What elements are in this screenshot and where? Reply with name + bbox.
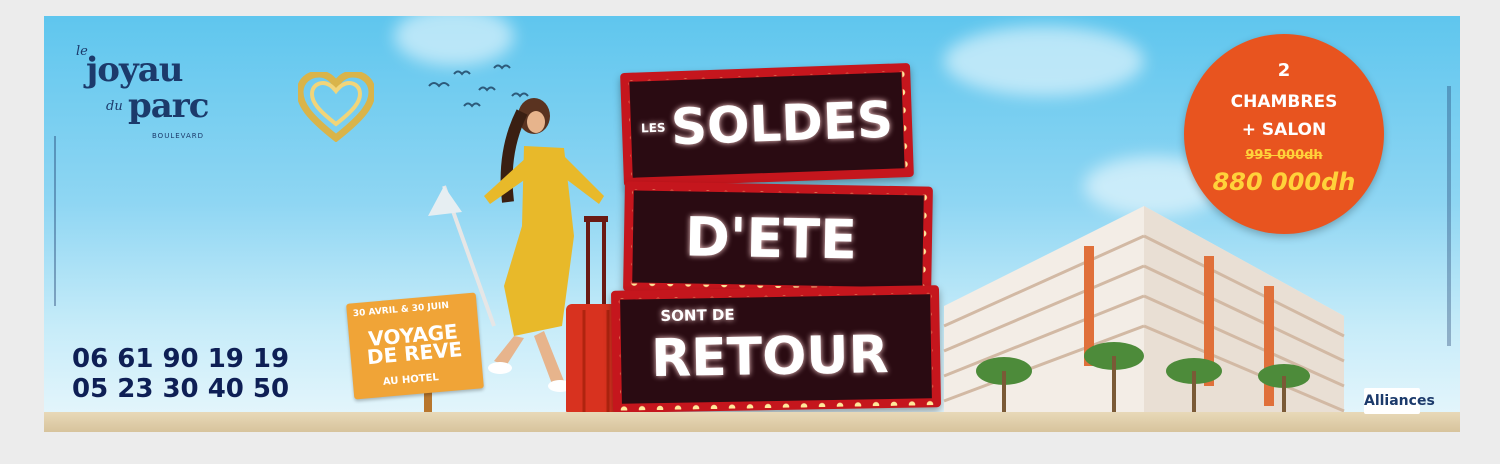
- price-badge[interactable]: 2 CHAMBRES + SALON 995 000dh 880 000dh: [1184, 34, 1384, 234]
- badge-old-price: 995 000dh: [1245, 148, 1323, 163]
- sign-prefix: LES: [640, 120, 666, 136]
- sign-line-retour: RETOUR: [650, 325, 890, 390]
- cloud: [944, 26, 1144, 96]
- ground: [44, 412, 1460, 432]
- wood-sign-dates: 30 AVRIL & 30 JUIN: [352, 300, 450, 320]
- legal-fine-print: [1447, 86, 1451, 346]
- legal-fine-print: [54, 136, 56, 306]
- wood-sign-line3: AU HOTEL: [382, 372, 440, 388]
- sign-retour: SONT DE RETOUR: [610, 285, 942, 413]
- logo-tagline: BOULEVARD: [152, 132, 205, 140]
- wood-sign-line2: DE REVE: [366, 336, 464, 370]
- sign-line-ete: D'ETE: [684, 205, 858, 272]
- logo-word-parc: parc: [128, 86, 209, 126]
- wood-sign-headline: VOYAGE DE REVE: [362, 319, 465, 370]
- phone-number[interactable]: 06 61 90 19 19: [72, 344, 289, 374]
- logo-word-joyau: joyau: [86, 50, 183, 90]
- sign-line-sont-de: SONT DE: [660, 305, 735, 326]
- badge-rooms-label: CHAMBRES: [1230, 92, 1338, 112]
- phone-numbers: 06 61 90 19 19 05 23 30 40 50: [72, 344, 289, 404]
- badge-new-price: 880 000dh: [1212, 168, 1356, 196]
- ad-banner[interactable]: le joyau du parc BOULEVARD 30 AVRIL & 30…: [44, 16, 1460, 432]
- gold-heart-icon: [298, 72, 374, 142]
- badge-salon-label: + SALON: [1241, 120, 1327, 140]
- logo-connector: du: [106, 99, 123, 114]
- developer-logo: Alliances: [1364, 388, 1435, 414]
- sign-soldes: LES SOLDES: [620, 62, 914, 188]
- brand-logo[interactable]: le joyau du parc BOULEVARD: [76, 44, 376, 154]
- promo-wood-sign[interactable]: 30 AVRIL & 30 JUIN VOYAGE DE REVE AU HOT…: [346, 292, 484, 400]
- phone-number[interactable]: 05 23 30 40 50: [72, 374, 289, 404]
- sign-line-soldes: SOLDES: [670, 90, 894, 157]
- badge-rooms-count: 2: [1277, 60, 1291, 81]
- sign-ete: D'ETE: [623, 181, 933, 297]
